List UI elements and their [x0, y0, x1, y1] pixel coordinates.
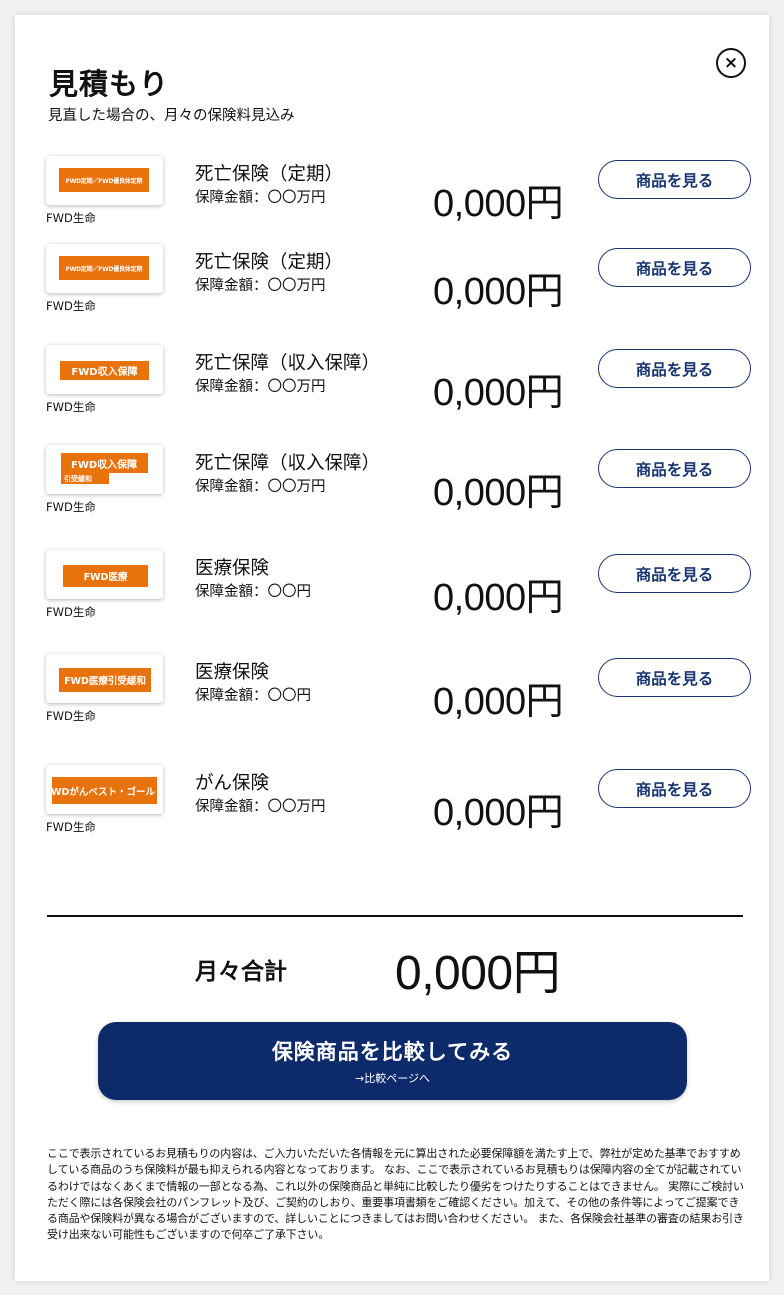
product-logo-label: FWD収入保障 [60, 361, 149, 380]
product-logo: FWD収入保障 [46, 345, 163, 394]
product-name: 死亡保障（収入保障） [195, 353, 381, 374]
product-logo-label: FWD定期／FWD優良体定期 [59, 256, 149, 280]
product-price: 0,000円 [433, 183, 564, 225]
product-logo: FWD定期／FWD優良体定期 [46, 156, 163, 205]
company-name: FWD生命 [46, 211, 96, 225]
product-row: FWD収入保障 FWD生命 死亡保障（収入保障） 保障金額：〇〇万円 0,000… [15, 345, 769, 435]
company-name: FWD生命 [46, 299, 96, 313]
disclaimer-text: ここで表示されているお見積もりの内容は、ご入力いただいた各情報を元に算出された必… [47, 1147, 744, 1242]
monthly-total-value: 0,000円 [395, 947, 561, 1000]
view-product-button[interactable]: 商品を見る [598, 554, 751, 593]
product-row: FWD医療 FWD生命 医療保険 保障金額：〇〇円 0,000円 商品を見る [15, 550, 769, 640]
product-logo: FWD定期／FWD優良体定期 [46, 244, 163, 293]
product-name: 医療保険 [195, 662, 270, 683]
view-product-button[interactable]: 商品を見る [598, 160, 751, 199]
company-name: FWD生命 [46, 605, 96, 619]
product-price: 0,000円 [433, 577, 564, 619]
compare-products-button[interactable]: 保険商品を比較してみる →比較ページへ [98, 1022, 687, 1100]
product-row: FWD医療引受緩和 FWD生命 医療保険 保障金額：〇〇円 0,000円 商品を… [15, 654, 769, 744]
product-logo: FWDがんベスト・ゴールド [46, 765, 163, 814]
page-subtitle: 見直した場合の、月々の保険料見込み [48, 108, 295, 124]
close-icon[interactable]: × [716, 48, 746, 78]
product-row: FWDがんベスト・ゴールド FWD生命 がん保険 保障金額：〇〇万円 0,000… [15, 765, 769, 855]
compare-button-sublabel: →比較ページへ [355, 1072, 430, 1085]
product-price: 0,000円 [433, 681, 564, 723]
view-product-button[interactable]: 商品を見る [598, 248, 751, 287]
coverage-amount: 保障金額：〇〇万円 [195, 278, 326, 294]
product-logo: FWD医療 [46, 550, 163, 599]
company-name: FWD生命 [46, 709, 96, 723]
estimate-modal: × 見積もり 見直した場合の、月々の保険料見込み FWD定期／FWD優良体定期 … [15, 15, 769, 1281]
total-divider [47, 915, 743, 917]
view-product-button[interactable]: 商品を見る [598, 658, 751, 697]
coverage-amount: 保障金額：〇〇万円 [195, 379, 326, 395]
product-name: 死亡保険（定期） [195, 252, 344, 273]
product-price: 0,000円 [433, 792, 564, 834]
product-logo: FWD収入保障 引受緩和 [46, 445, 163, 494]
product-price: 0,000円 [433, 271, 564, 313]
product-price: 0,000円 [433, 372, 564, 414]
view-product-button[interactable]: 商品を見る [598, 769, 751, 808]
product-row: FWD定期／FWD優良体定期 FWD生命 死亡保険（定期） 保障金額：〇〇万円 … [15, 156, 769, 246]
company-name: FWD生命 [46, 400, 96, 414]
product-row: FWD定期／FWD優良体定期 FWD生命 死亡保険（定期） 保障金額：〇〇万円 … [15, 244, 769, 334]
company-name: FWD生命 [46, 500, 96, 514]
view-product-button[interactable]: 商品を見る [598, 449, 751, 488]
coverage-amount: 保障金額：〇〇万円 [195, 190, 326, 206]
page-title: 見積もり [49, 67, 170, 101]
product-logo-label: FWD医療 [63, 565, 148, 587]
product-logo-label: FWD医療引受緩和 [59, 668, 151, 692]
coverage-amount: 保障金額：〇〇万円 [195, 799, 326, 815]
product-name: がん保険 [195, 773, 270, 794]
product-row: FWD収入保障 引受緩和 FWD生命 死亡保障（収入保障） 保障金額：〇〇万円 … [15, 445, 769, 535]
view-product-button[interactable]: 商品を見る [598, 349, 751, 388]
coverage-amount: 保障金額：〇〇万円 [195, 479, 326, 495]
product-logo-label: FWD収入保障 [61, 453, 148, 473]
product-logo-label: FWD定期／FWD優良体定期 [59, 168, 149, 192]
product-logo-label: FWDがんベスト・ゴールド [52, 777, 157, 804]
product-name: 死亡保険（定期） [195, 164, 344, 185]
compare-button-label: 保険商品を比較してみる [271, 1040, 514, 1064]
company-name: FWD生命 [46, 820, 96, 834]
product-name: 死亡保障（収入保障） [195, 453, 381, 474]
coverage-amount: 保障金額：〇〇円 [195, 584, 311, 600]
monthly-total-label: 月々合計 [195, 959, 287, 985]
coverage-amount: 保障金額：〇〇円 [195, 688, 311, 704]
product-price: 0,000円 [433, 472, 564, 514]
product-logo: FWD医療引受緩和 [46, 654, 163, 703]
product-name: 医療保険 [195, 558, 270, 579]
product-logo-sublabel: 引受緩和 [61, 473, 109, 484]
